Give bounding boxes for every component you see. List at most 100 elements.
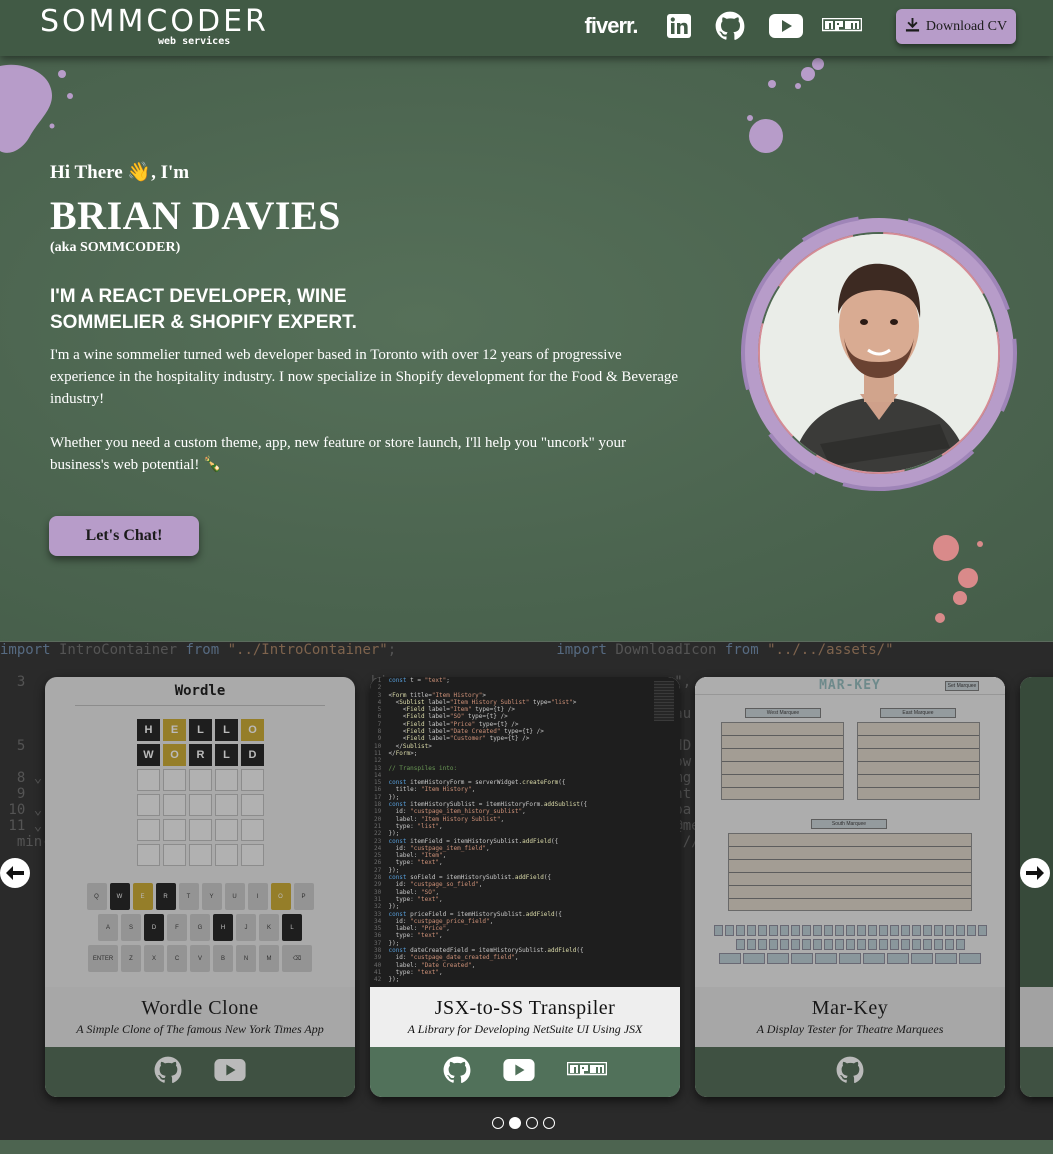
west-marquee-label: West Marquee [745, 708, 821, 718]
hero-name: BRIAN DAVIES [50, 193, 341, 238]
projects-carousel: import IntroContainer from "../IntroCont… [0, 641, 1053, 1140]
wordle-key: L [282, 914, 302, 941]
wordle-key: T [178, 883, 199, 910]
download-icon [905, 17, 920, 37]
paint-splatter-top-right [747, 58, 824, 153]
wordle-key: J [236, 914, 256, 941]
wordle-key: I [247, 883, 268, 910]
wordle-tile: R [189, 744, 212, 766]
download-cv-button[interactable]: Download CV [896, 9, 1016, 44]
divider [75, 705, 325, 706]
wordle-key: K [259, 914, 279, 941]
wordle-key: M [259, 945, 279, 972]
wordle-board: H E L L O W O R L D [137, 719, 264, 866]
wordle-tile [137, 844, 160, 866]
site-header: SOMMCODER web services fiverr. Download … [0, 0, 1053, 56]
card-subtitle: A Display Tester for Theatre Marquees [756, 1022, 944, 1036]
wordle-key: X [144, 945, 164, 972]
wordle-tile [241, 769, 264, 791]
github-icon[interactable] [836, 1056, 864, 1089]
paint-splatter-top-left [0, 64, 73, 153]
pagination-dot[interactable] [543, 1117, 555, 1129]
south-marquee-label: South Marquee [811, 819, 887, 829]
wordle-tile [189, 794, 212, 816]
hero-bio: I'm a wine sommelier turned web develope… [50, 344, 680, 498]
code-minimap [654, 681, 674, 721]
wordle-key: ⌫ [282, 945, 312, 972]
hero-role: I'M A REACT DEVELOPER, WINE SOMMELIER & … [50, 286, 357, 333]
wordle-keyboard: Q W E R T Y U I O P A S D F G H J K L EN… [79, 883, 321, 976]
logo[interactable]: SOMMCODER web services [40, 4, 266, 48]
wordle-tile [137, 769, 160, 791]
card-links [45, 1047, 355, 1097]
south-marquee-panel [728, 833, 972, 911]
wordle-key: F [167, 914, 187, 941]
wordle-key: ENTER [88, 945, 118, 972]
project-card-jsx-to-ss[interactable]: 1 const t = "text"; 2 3 <Form title="Ite… [370, 677, 680, 1097]
wordle-key: Y [201, 883, 222, 910]
logo-text: SOMMCODER [40, 4, 269, 39]
youtube-icon[interactable] [214, 1058, 246, 1086]
github-icon[interactable] [154, 1056, 182, 1089]
wordle-tile [241, 844, 264, 866]
bio-paragraph-2: Whether you need a custom theme, app, ne… [50, 435, 627, 473]
wordle-tile: L [215, 719, 238, 741]
wordle-tile [189, 769, 212, 791]
npm-icon[interactable] [822, 10, 862, 42]
pagination-dot[interactable] [526, 1117, 538, 1129]
card-caption: JSX-to-SS Transpiler A Library for Devel… [370, 987, 680, 1047]
wordle-tile: L [215, 744, 238, 766]
wordle-tile [163, 819, 186, 841]
profile-photo [760, 234, 998, 472]
wordle-tile: O [163, 744, 186, 766]
pagination-dot[interactable] [492, 1117, 504, 1129]
wordle-tile [137, 794, 160, 816]
wordle-key: Z [121, 945, 141, 972]
jsx-code-screenshot: 1 const t = "text"; 2 3 <Form title="Ite… [370, 677, 680, 987]
hero-aka: (aka SOMMCODER) [50, 240, 181, 255]
wordle-tile [163, 769, 186, 791]
wordle-tile [189, 819, 212, 841]
wordle-key: H [213, 914, 233, 941]
partial-screenshot [1020, 677, 1053, 987]
github-icon[interactable] [443, 1056, 471, 1089]
wordle-tile: D [241, 744, 264, 766]
page-bottom [0, 1140, 1053, 1154]
card-title: Mar-Key [811, 997, 889, 1019]
project-card-wordle[interactable]: Wordle H E L L O W O R L D Q W E R T Y U… [45, 677, 355, 1097]
fiverr-link[interactable]: fiverr. [580, 10, 642, 42]
card-links [695, 1047, 1005, 1097]
card-subtitle: A Library for Developing NetSuite UI Usi… [407, 1022, 643, 1036]
card-caption: Wordle Clone A Simple Clone of The famou… [45, 987, 355, 1047]
logo-subtitle: web services [158, 36, 231, 47]
youtube-icon[interactable] [503, 1058, 535, 1086]
lets-chat-button[interactable]: Let's Chat! [49, 516, 199, 556]
east-marquee-label: East Marquee [880, 708, 956, 718]
project-card-mar-key[interactable]: MAR-KEY Set Marquee West Marquee East Ma… [695, 677, 1005, 1097]
card-links [370, 1047, 680, 1097]
wordle-tile: E [163, 719, 186, 741]
wordle-key: O [270, 883, 291, 910]
card-subtitle: A Simple Clone of The famous New York Ti… [76, 1022, 324, 1036]
card-title: JSX-to-SS Transpiler [434, 997, 616, 1019]
wordle-tile [215, 769, 238, 791]
card-caption: Mar-Key A Display Tester for Theatre Mar… [695, 987, 1005, 1047]
wordle-tile [189, 844, 212, 866]
hero-section: Hi There 👋, I'm BRIAN DAVIES (aka SOMMCO… [0, 56, 1053, 641]
carousel-next-arrow[interactable] [1020, 858, 1050, 888]
carousel-pagination [492, 1117, 555, 1129]
pagination-dot-active[interactable] [509, 1117, 521, 1129]
linkedin-icon[interactable] [665, 10, 693, 42]
wordle-tile [215, 794, 238, 816]
npm-icon[interactable] [566, 1061, 608, 1083]
github-icon[interactable] [714, 10, 746, 42]
wordle-tile [241, 819, 264, 841]
youtube-icon[interactable] [768, 10, 804, 42]
wordle-tile [163, 794, 186, 816]
wordle-key: C [167, 945, 187, 972]
wordle-tile: O [241, 719, 264, 741]
carousel-prev-arrow[interactable] [0, 858, 30, 888]
download-cv-label: Download CV [925, 18, 1008, 34]
wordle-key: D [144, 914, 164, 941]
wordle-key: S [121, 914, 141, 941]
